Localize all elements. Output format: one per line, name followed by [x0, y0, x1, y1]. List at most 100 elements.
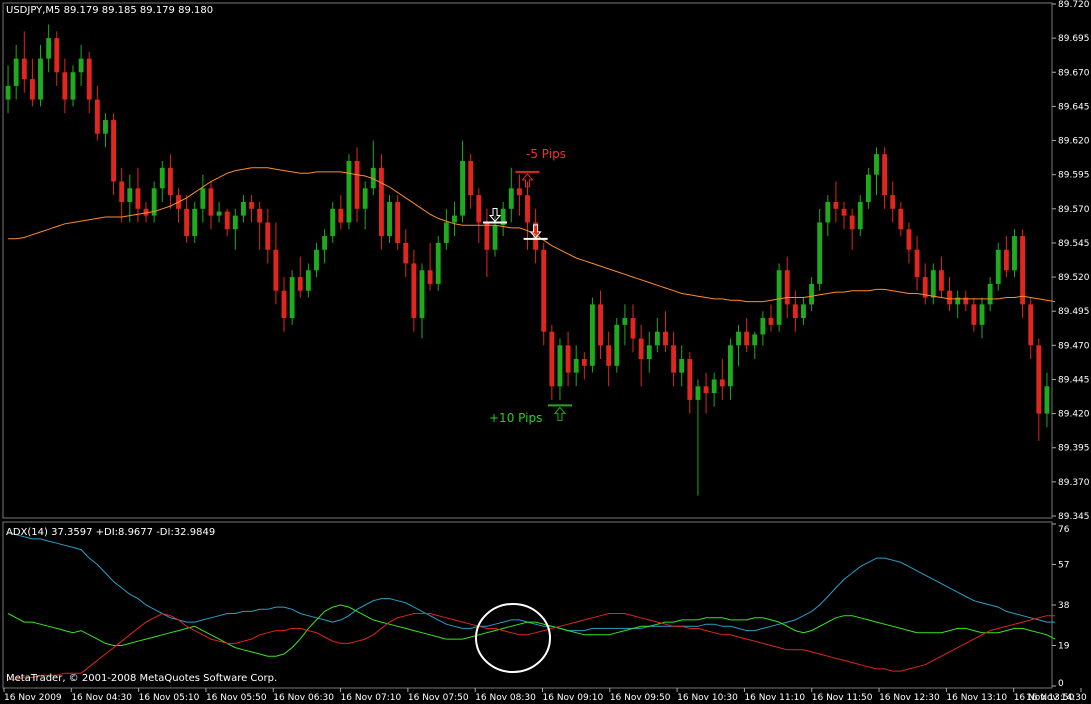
time-label: 16 Nov 05:50 — [206, 693, 267, 703]
candle — [995, 242, 1001, 291]
candle-body — [62, 72, 68, 100]
candle-body — [541, 249, 547, 332]
candle-body — [159, 167, 165, 189]
candle-body — [224, 211, 230, 230]
candle-body — [614, 324, 620, 366]
candle-body — [744, 331, 750, 346]
candle-body — [452, 215, 457, 223]
candle-body — [330, 208, 336, 237]
price-label: 89.370 — [1058, 478, 1090, 488]
candle-body — [419, 270, 425, 319]
price-label: 89.695 — [1058, 34, 1090, 44]
price-label: 89.395 — [1058, 444, 1090, 454]
candle-body — [435, 242, 441, 284]
candle-body — [338, 208, 344, 223]
candle-body — [468, 161, 474, 196]
candle-body — [240, 201, 246, 216]
time-label: 16 Nov 11:50 — [812, 693, 873, 703]
time-label: 16 Nov 04:30 — [71, 693, 132, 703]
candle-body — [29, 79, 35, 100]
candle-body — [5, 85, 11, 100]
candle-body — [46, 38, 52, 59]
candle-body — [809, 283, 815, 305]
candle-body — [525, 195, 530, 223]
candle-body — [297, 277, 303, 291]
candle-body — [1044, 386, 1050, 414]
candle — [1012, 229, 1017, 278]
candle-body — [663, 331, 668, 346]
candle-body — [354, 161, 360, 209]
candle-body — [752, 334, 758, 346]
candle-body — [898, 208, 904, 230]
candle-body — [208, 188, 214, 216]
candle-body — [103, 120, 108, 134]
time-label: 16 Nov 05:10 — [139, 693, 200, 703]
candle-body — [378, 167, 384, 237]
candle-body — [281, 290, 287, 319]
price-label: 89.670 — [1058, 68, 1090, 78]
time-label: 16 Nov 08:30 — [475, 693, 536, 703]
candle — [378, 154, 384, 250]
candle-body — [257, 208, 263, 223]
candle-body — [646, 345, 652, 359]
candle-body — [21, 58, 27, 80]
time-label: 16 Nov 10:30 — [677, 693, 738, 703]
time-label: 16 Nov 09:50 — [610, 693, 671, 703]
candle-body — [947, 290, 952, 305]
adx-title: ADX(14) 37.3597 +DI:8.9677 -DI:32.9849 — [6, 527, 215, 538]
candle-body — [1036, 345, 1042, 414]
candle-body — [1028, 304, 1034, 346]
candle-body — [314, 249, 319, 271]
candle-body — [508, 188, 514, 209]
adx-level-label: 0 — [1058, 679, 1064, 689]
chart-background — [0, 0, 1091, 704]
candle — [589, 297, 595, 373]
candle — [395, 195, 401, 250]
candle-body — [411, 263, 417, 319]
candle-body — [736, 331, 741, 346]
trading-chart[interactable]: USDJPY,M5 89.179 89.185 89.179 89.180 -5… — [0, 0, 1091, 704]
candle-body — [70, 72, 76, 100]
candle-body — [882, 154, 888, 196]
candle-body — [38, 58, 43, 100]
candle-body — [671, 345, 677, 373]
price-label: 89.495 — [1058, 307, 1090, 317]
candle-body — [549, 331, 555, 387]
candle-body — [403, 242, 409, 264]
candle — [346, 154, 352, 230]
candle-body — [273, 249, 279, 291]
price-label: 89.420 — [1058, 410, 1090, 420]
candle-body — [874, 154, 879, 175]
candle-body — [914, 249, 920, 278]
candle-body — [573, 358, 579, 373]
candle-body — [792, 304, 798, 319]
candle-body — [841, 208, 847, 216]
candle-body — [127, 188, 133, 202]
candle-body — [492, 225, 498, 250]
adx-level-label: 57 — [1058, 561, 1069, 571]
candle-body — [200, 188, 206, 209]
candle-body — [687, 358, 693, 400]
price-label: 89.545 — [1058, 239, 1090, 249]
candle-body — [249, 201, 254, 209]
candle — [614, 318, 620, 373]
candle-body — [192, 208, 198, 237]
price-label: 89.620 — [1058, 137, 1090, 147]
adx-level-label: 76 — [1058, 525, 1070, 535]
candle-body — [638, 338, 644, 359]
adx-level-label: 19 — [1058, 642, 1070, 652]
candle-body — [460, 161, 466, 216]
time-label: 16 Nov 06:30 — [273, 693, 334, 703]
candle-body — [54, 38, 60, 73]
candle-body — [606, 345, 612, 366]
candle — [387, 195, 392, 243]
adx-level-label: 38 — [1058, 601, 1070, 611]
candle-body — [289, 277, 295, 319]
symbol-title: USDJPY,M5 89.179 89.185 89.179 89.180 — [6, 5, 213, 16]
candle — [435, 236, 441, 291]
time-label: 16 Nov 07:10 — [341, 693, 402, 703]
candle-body — [265, 222, 271, 250]
candle-body — [995, 249, 1001, 284]
candle-body — [1003, 249, 1009, 271]
price-label: 89.345 — [1058, 512, 1090, 522]
